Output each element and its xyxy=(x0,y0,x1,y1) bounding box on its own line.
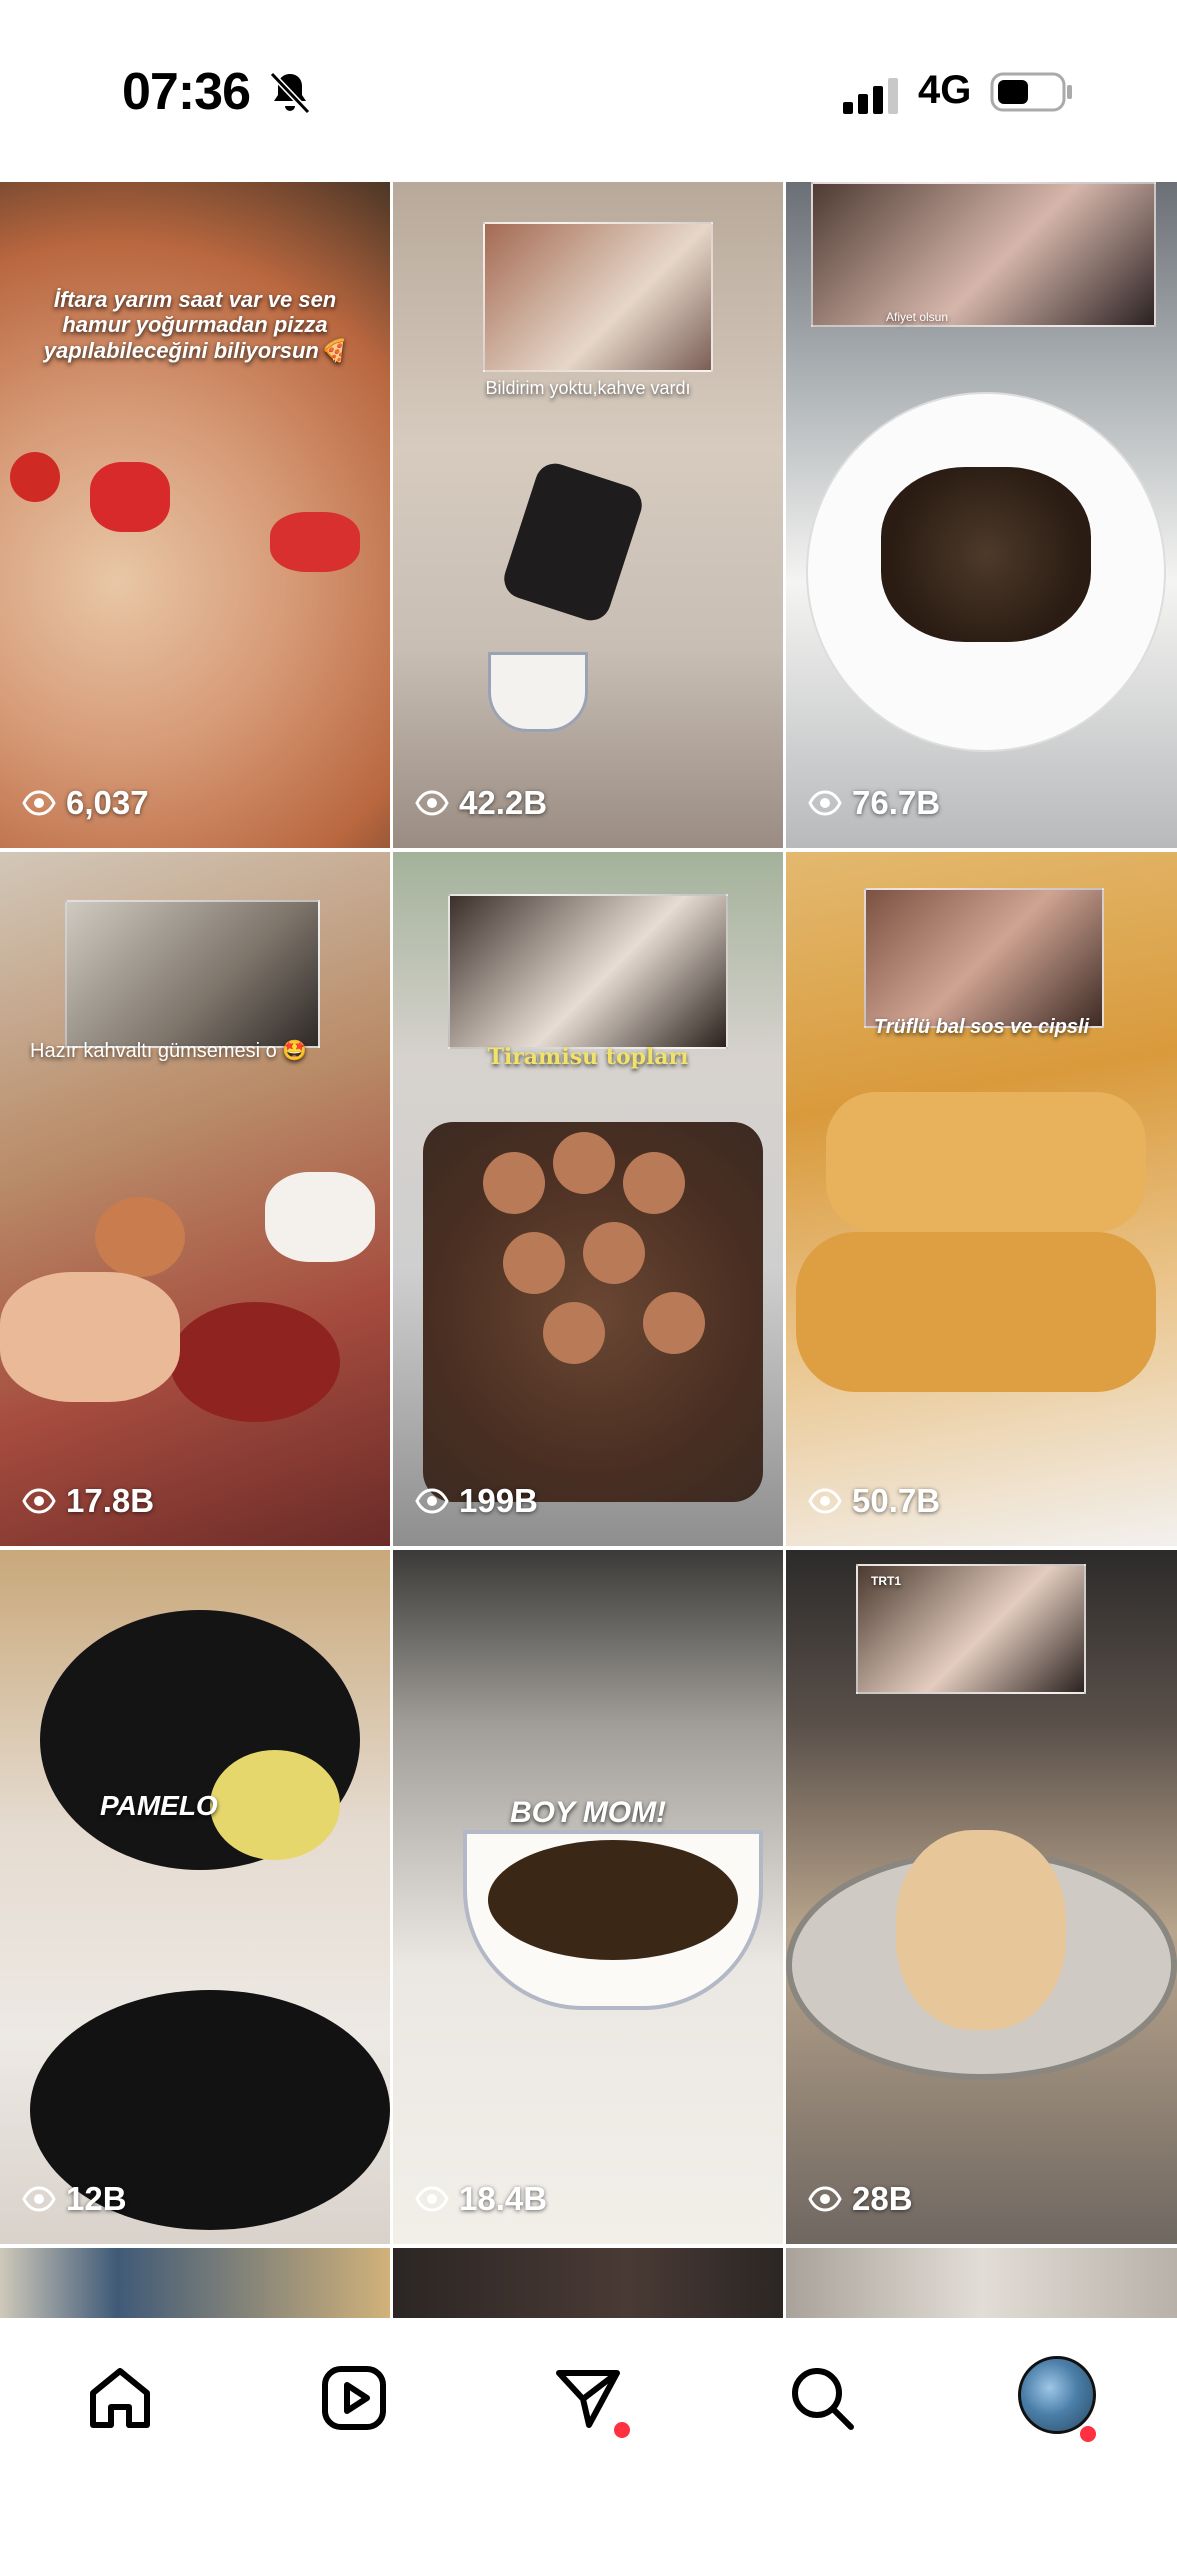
view-count: 17.8B xyxy=(22,1482,154,1520)
bell-off-icon xyxy=(269,71,311,115)
view-count: 18.4B xyxy=(415,2180,547,2218)
nav-reels-button[interactable] xyxy=(314,2358,394,2438)
tile-caption: Afiyet olsun xyxy=(886,310,949,324)
signal-icon xyxy=(843,78,898,114)
view-count-label: 12B xyxy=(66,2180,127,2217)
inset-video-thumbnail xyxy=(448,894,728,1049)
status-time: 07:36 xyxy=(122,63,251,121)
eye-icon xyxy=(415,790,449,816)
grid-tile[interactable]: BOY MOM! 18.4B xyxy=(393,1550,783,2244)
eye-icon xyxy=(22,1488,56,1514)
view-count-label: 50.7B xyxy=(852,1482,941,1519)
view-count-label: 6,037 xyxy=(66,784,149,821)
grid-tile[interactable]: Afiyet olsun 76.7B xyxy=(786,182,1177,848)
network-type: 4G xyxy=(918,68,972,112)
reels-grid: İftara yarım saat var ve sen hamur yoğur… xyxy=(0,182,1177,2318)
inset-video-thumbnail xyxy=(483,222,713,372)
grid-tile[interactable]: PAMELO 12B xyxy=(0,1550,390,2244)
view-count: 6,037 xyxy=(22,784,149,822)
reels-icon xyxy=(322,2366,386,2430)
eye-icon xyxy=(808,790,842,816)
view-count-label: 28B xyxy=(852,2180,913,2217)
inset-video-thumbnail xyxy=(864,888,1104,1028)
direct-message-icon xyxy=(556,2370,620,2428)
view-count: 42.2B xyxy=(415,784,547,822)
view-count: 76.7B xyxy=(808,784,940,822)
tile-caption: Tiramisu topları xyxy=(487,1044,689,1070)
tile-caption: Bildirim yoktu,kahve vardı xyxy=(485,378,691,398)
grid-tile[interactable]: Bildirim yoktu,kahve vardı 42.2B xyxy=(393,182,783,848)
notification-dot xyxy=(614,2422,630,2438)
grid-tile[interactable]: Trüflü bal sos ve cipsli 50.7B xyxy=(786,852,1177,1546)
grid-tile[interactable]: Hazır kahvaltı gümsemesi o 🤩 17.8B xyxy=(0,852,390,1546)
eye-icon xyxy=(415,1488,449,1514)
eye-icon xyxy=(22,2186,56,2212)
grid-tile[interactable] xyxy=(786,2248,1177,2318)
tile-caption: İftara yarım saat var ve sen hamur yoğur… xyxy=(43,287,347,363)
profile-avatar[interactable] xyxy=(1018,2356,1096,2434)
search-icon xyxy=(792,2368,854,2430)
view-count: 28B xyxy=(808,2180,913,2218)
grid-tile[interactable] xyxy=(0,2248,390,2318)
view-count-label: 17.8B xyxy=(66,1482,155,1519)
notification-dot xyxy=(1080,2426,1096,2442)
view-count: 50.7B xyxy=(808,1482,940,1520)
eye-icon xyxy=(808,1488,842,1514)
inset-video-thumbnail xyxy=(811,182,1156,327)
bottom-nav xyxy=(0,2318,1177,2560)
nav-messages-button[interactable] xyxy=(548,2358,630,2438)
grid-tile[interactable]: TRT1 28B xyxy=(786,1550,1177,2244)
nav-home-button[interactable] xyxy=(80,2358,160,2438)
tile-caption: Trüflü bal sos ve cipsli xyxy=(873,1016,1090,1038)
tile-caption: PAMELO xyxy=(100,1790,218,1821)
grid-tile[interactable]: Tiramisu topları 199B xyxy=(393,852,783,1546)
view-count: 12B xyxy=(22,2180,127,2218)
eye-icon xyxy=(22,790,56,816)
nav-search-button[interactable] xyxy=(782,2358,862,2438)
view-count: 199B xyxy=(415,1482,538,1520)
tile-caption: BOY MOM! xyxy=(509,1796,667,1829)
tile-caption: Hazır kahvaltı gümsemesi o 🤩 xyxy=(30,1040,308,1062)
tile-caption: TRT1 xyxy=(871,1574,901,1588)
view-count-label: 18.4B xyxy=(459,2180,548,2217)
inset-video-thumbnail xyxy=(65,900,320,1048)
status-bar: 07:36 4G xyxy=(0,0,1177,182)
eye-icon xyxy=(415,2186,449,2212)
grid-tile[interactable]: İftara yarım saat var ve sen hamur yoğur… xyxy=(0,182,390,848)
eye-icon xyxy=(808,2186,842,2212)
grid-tile[interactable] xyxy=(393,2248,783,2318)
view-count-label: 199B xyxy=(459,1482,538,1519)
view-count-label: 76.7B xyxy=(852,784,941,821)
battery-icon xyxy=(990,72,1072,112)
view-count-label: 42.2B xyxy=(459,784,548,821)
home-icon xyxy=(90,2368,150,2428)
